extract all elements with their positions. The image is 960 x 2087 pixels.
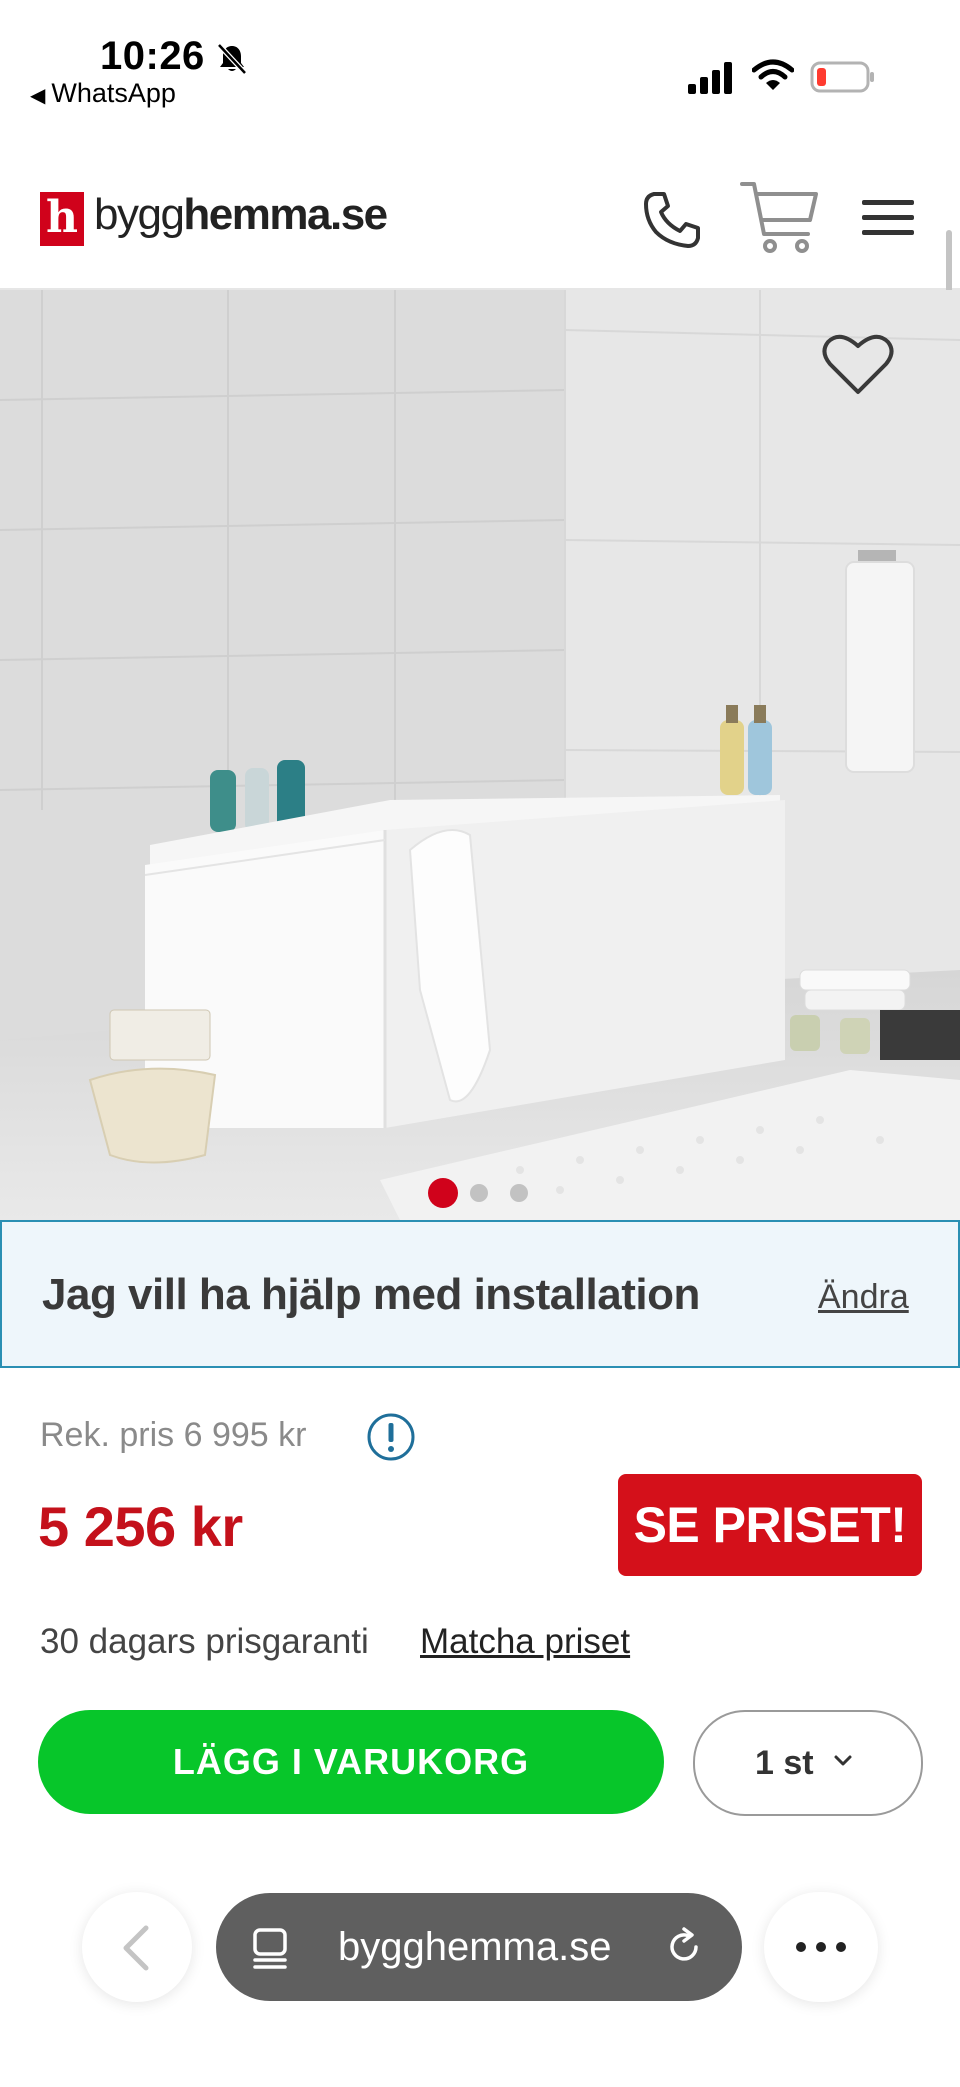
recommended-price: Rek. pris 6 995 kr xyxy=(40,1416,307,1454)
cart-icon[interactable] xyxy=(738,178,820,258)
logo-text-bold: hemma.se xyxy=(183,190,388,239)
back-arrow-icon xyxy=(123,1925,149,1971)
browser-toolbar: bygghemma.se xyxy=(0,1880,960,2087)
see-price-button[interactable]: SE PRISET! xyxy=(618,1474,922,1576)
logo-mark: h xyxy=(40,192,84,246)
add-to-cart-button[interactable]: LÄGG I VARUKORG xyxy=(38,1710,664,1814)
reload-icon[interactable] xyxy=(662,1925,706,1969)
product-image[interactable] xyxy=(0,290,960,1220)
quantity-select[interactable]: 1 st xyxy=(693,1710,923,1816)
bell-slash-icon xyxy=(217,43,247,75)
pagination-dot[interactable] xyxy=(470,1184,488,1202)
match-price-link[interactable]: Matcha priset xyxy=(420,1622,630,1662)
more-button[interactable] xyxy=(764,1892,878,2002)
info-icon[interactable] xyxy=(366,1412,416,1462)
address-bar[interactable]: bygghemma.se xyxy=(216,1893,742,2001)
menu-icon[interactable] xyxy=(860,194,916,242)
tabs-icon[interactable] xyxy=(250,1927,290,1969)
change-installation-link[interactable]: Ändra xyxy=(818,1278,909,1317)
phone-icon[interactable] xyxy=(640,188,704,252)
signal-icon xyxy=(688,62,732,94)
image-pagination xyxy=(0,1178,960,1208)
heart-icon[interactable] xyxy=(820,330,896,398)
chevron-down-icon xyxy=(834,1755,852,1766)
pagination-dot-active[interactable] xyxy=(428,1178,458,1208)
wifi-icon xyxy=(752,59,794,90)
logo-text-light: bygg xyxy=(94,190,185,239)
url-text: bygghemma.se xyxy=(338,1925,612,1969)
installation-text: Jag vill ha hjälp med installation xyxy=(42,1270,700,1319)
logo-text: bygghemma.se xyxy=(94,190,388,240)
current-price: 5 256 kr xyxy=(38,1495,243,1558)
site-header: h bygghemma.se xyxy=(0,170,960,290)
price-guarantee: 30 dagars prisgaranti xyxy=(40,1622,369,1661)
installation-option[interactable]: Jag vill ha hjälp med installation Ändra xyxy=(0,1220,960,1368)
more-icon xyxy=(796,1942,846,1952)
quantity-value: 1 st xyxy=(755,1744,814,1782)
browser-back-button[interactable] xyxy=(82,1892,192,2002)
back-app-label: WhatsApp xyxy=(51,78,176,108)
status-time: 10:26 xyxy=(100,34,205,78)
back-to-app-link[interactable]: ◀ WhatsApp xyxy=(30,78,176,109)
back-triangle-icon: ◀ xyxy=(30,85,46,107)
pagination-dot[interactable] xyxy=(510,1184,528,1202)
battery-icon xyxy=(810,61,874,93)
bathtub-photo xyxy=(0,290,960,1220)
